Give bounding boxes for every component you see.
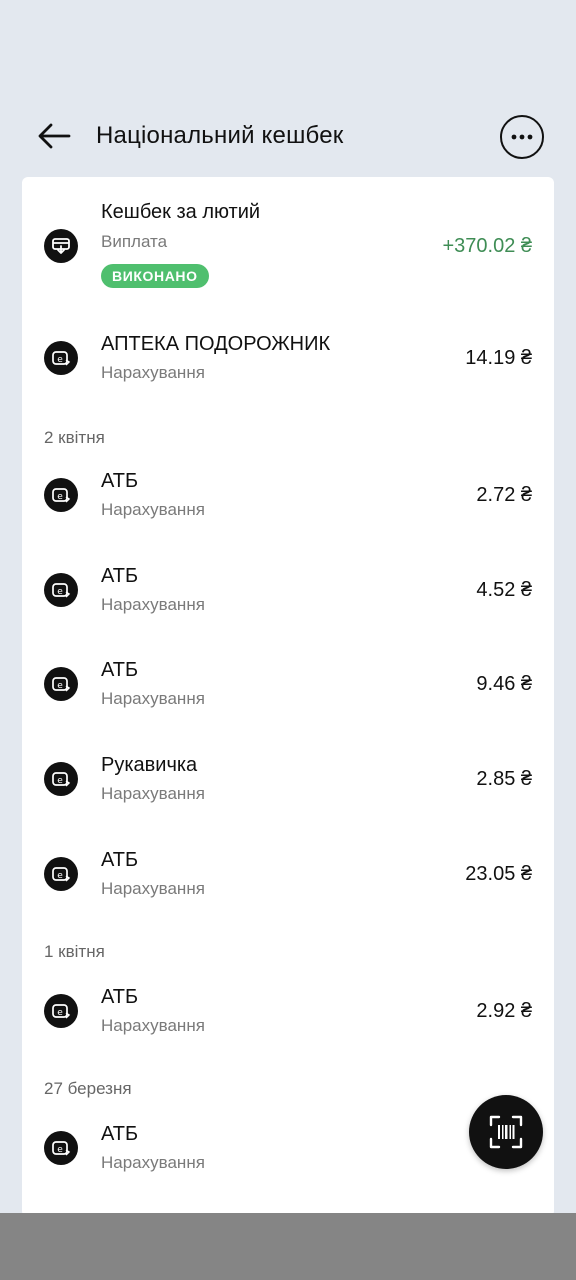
transaction-row[interactable]: e АТБ Нарахування 2.92 ₴: [22, 980, 554, 1046]
transaction-title: АТБ: [101, 1123, 139, 1145]
transaction-row[interactable]: e АТБ Нарахування 4.52 ₴: [22, 559, 554, 625]
cashback-icon: e: [44, 762, 78, 796]
transaction-row[interactable]: e АТБ Нарахування 9.46 ₴: [22, 653, 554, 719]
transaction-title: АТБ: [101, 565, 139, 587]
svg-text:e: e: [57, 355, 63, 365]
cashback-icon: e: [44, 857, 78, 891]
transactions-card: Кешбек за лютий Виплата ВИКОНАНО +370.02…: [22, 177, 554, 1217]
cashback-icon: e: [44, 478, 78, 512]
transaction-row[interactable]: e АТБ Нарахування 23.05 ₴: [22, 843, 554, 909]
transaction-type: Виплата: [101, 232, 168, 251]
arrow-left-icon: [38, 123, 71, 149]
transaction-title: АТБ: [101, 849, 139, 871]
page-title: Національний кешбек: [96, 122, 344, 149]
transaction-title: АТБ: [101, 986, 139, 1008]
transaction-amount: 14.19 ₴: [465, 347, 532, 369]
cashback-icon: e: [44, 667, 78, 701]
svg-text:e: e: [57, 1145, 63, 1155]
svg-text:e: e: [57, 587, 63, 597]
scan-button[interactable]: [469, 1095, 543, 1169]
transaction-row[interactable]: e АТБ Нарахування 2.72 ₴: [22, 464, 554, 530]
svg-text:e: e: [57, 681, 63, 691]
cashback-icon: e: [44, 341, 78, 375]
transaction-amount: +370.02 ₴: [442, 235, 532, 257]
transaction-type: Нарахування: [101, 363, 205, 382]
transaction-title: Рукавичка: [101, 754, 198, 776]
transaction-type: Нарахування: [101, 1153, 205, 1172]
svg-text:e: e: [57, 871, 63, 881]
cashback-icon: e: [44, 573, 78, 607]
transaction-title: АТБ: [101, 659, 139, 681]
transaction-amount: 2.72 ₴: [476, 484, 532, 506]
bottom-bar: [0, 1213, 576, 1280]
status-badge: ВИКОНАНО: [101, 264, 209, 288]
transaction-title: АТБ: [101, 470, 139, 492]
cashback-icon: e: [44, 1131, 78, 1165]
transaction-type: Нарахування: [101, 595, 205, 614]
transaction-type: Нарахування: [101, 500, 205, 519]
transaction-amount: 2.92 ₴: [476, 1000, 532, 1022]
more-horizontal-icon: [511, 134, 533, 140]
transaction-row[interactable]: e Рукавичка Нарахування 2.85 ₴: [22, 748, 554, 814]
date-label: 2 квітня: [44, 428, 105, 447]
transaction-row[interactable]: Кешбек за лютий Виплата ВИКОНАНО +370.02…: [22, 197, 554, 297]
transaction-amount: 4.52 ₴: [476, 579, 532, 601]
header: Національний кешбек: [0, 100, 576, 172]
date-label: 1 квітня: [44, 942, 105, 961]
transaction-title: Кешбек за лютий: [101, 201, 261, 223]
transaction-amount: 2.85 ₴: [476, 768, 532, 790]
transaction-type: Нарахування: [101, 1016, 205, 1035]
svg-text:e: e: [57, 776, 63, 786]
transaction-type: Нарахування: [101, 784, 205, 803]
payout-icon: [44, 229, 78, 263]
page: Національний кешбек Кешбек за лютий Випл…: [0, 0, 576, 1280]
more-button[interactable]: [500, 115, 544, 159]
svg-text:e: e: [57, 492, 63, 502]
transaction-type: Нарахування: [101, 689, 205, 708]
transaction-row[interactable]: e АПТЕКА ПОДОРОЖНИК Нарахування 14.19 ₴: [22, 327, 554, 393]
transaction-amount: 9.46 ₴: [476, 673, 532, 695]
transaction-type: Нарахування: [101, 879, 205, 898]
barcode-scan-icon: [489, 1115, 523, 1149]
transaction-amount: 23.05 ₴: [465, 863, 532, 885]
cashback-icon: e: [44, 994, 78, 1028]
date-label: 27 березня: [44, 1079, 132, 1098]
svg-text:e: e: [57, 1008, 63, 1018]
transaction-title: АПТЕКА ПОДОРОЖНИК: [101, 333, 331, 355]
back-button[interactable]: [32, 114, 76, 158]
